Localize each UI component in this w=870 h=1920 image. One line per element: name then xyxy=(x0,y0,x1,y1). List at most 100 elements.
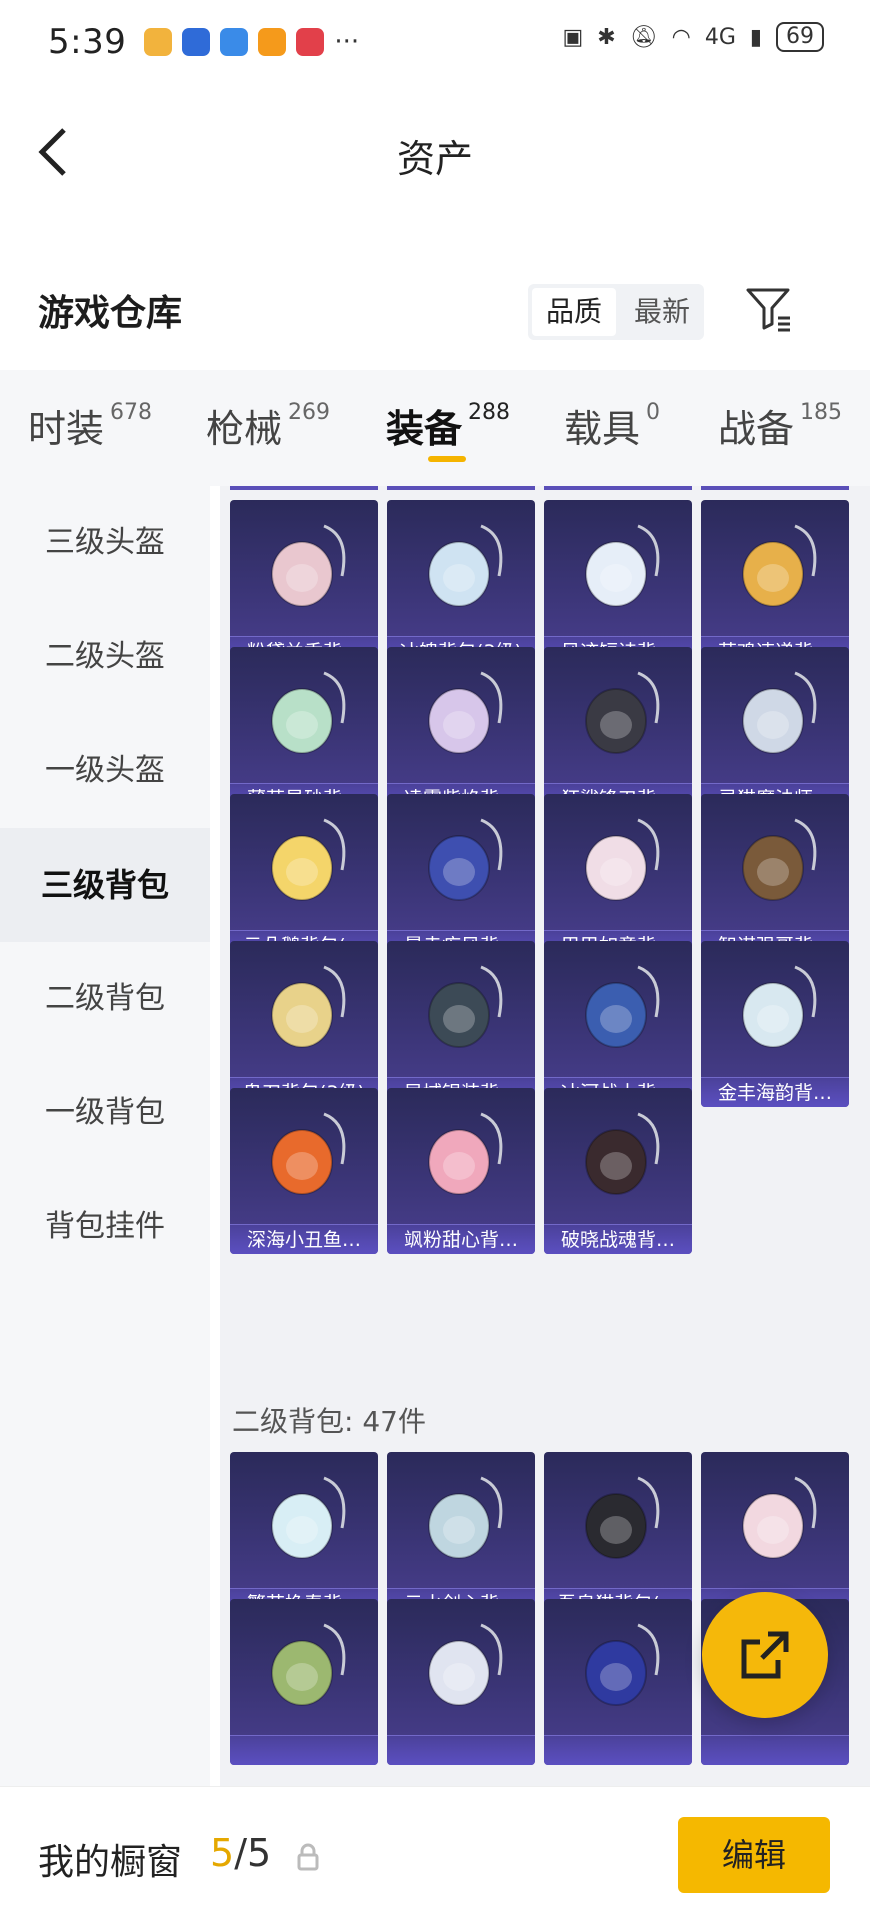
showcase-total: 5 xyxy=(247,1831,272,1875)
backpack-item-card[interactable]: 繁花挽春背… xyxy=(230,1452,378,1618)
backpack-image xyxy=(585,671,660,754)
backpack-image xyxy=(271,1112,346,1195)
backpack-image xyxy=(585,1623,660,1706)
backpack-item-card[interactable]: 冰魄背包(3级) xyxy=(387,500,535,666)
tab-gear[interactable]: 战备 185 xyxy=(718,398,842,453)
backpack-image xyxy=(428,1112,503,1195)
filter-icon[interactable] xyxy=(744,284,794,334)
app-notification-icon xyxy=(182,28,211,56)
showcase-count: 5/5 xyxy=(210,1831,271,1875)
item-name: 破晓战魂背… xyxy=(544,1224,692,1254)
backpack-item-card[interactable] xyxy=(387,1599,535,1765)
backpack-item-card[interactable]: 凌霄紫焰背… xyxy=(387,647,535,813)
item-name xyxy=(701,1735,849,1765)
mute-icon: 🔕︎ xyxy=(629,24,658,50)
backpack-image xyxy=(585,1476,660,1559)
item-name xyxy=(387,1735,535,1765)
status-time: 5:39 xyxy=(48,22,127,62)
backpack-item-card[interactable]: 金丰海韵背… xyxy=(701,941,849,1107)
tab-label: 载具 xyxy=(564,407,641,451)
backpack-item-card[interactable]: 鬼刀背包(3级) xyxy=(230,941,378,1107)
showcase-title: 我的橱窗 xyxy=(38,1842,183,1883)
tab-label: 枪械 xyxy=(206,407,283,451)
tab-label: 装备 xyxy=(386,407,463,451)
backpack-item-card[interactable]: 萌鸡速递背… xyxy=(701,500,849,666)
backpack-image xyxy=(585,1112,660,1195)
backpack-item-card[interactable]: 智谋强哥背… xyxy=(701,794,849,960)
backpack-item-card[interactable]: 冰河战士背… xyxy=(544,941,692,1107)
tab-vehicles[interactable]: 载具 0 xyxy=(564,398,660,453)
tab-label: 战备 xyxy=(718,407,795,451)
backpack-image xyxy=(271,1623,346,1706)
card-edge xyxy=(544,486,692,490)
nfc-icon: ▣ xyxy=(562,24,584,50)
lock-icon xyxy=(297,1843,319,1871)
backpack-item-card[interactable] xyxy=(230,1599,378,1765)
sort-toggle: 品质 最新 xyxy=(528,284,705,340)
card-edge xyxy=(387,486,535,490)
tab-equipment[interactable]: 装备 288 xyxy=(386,398,510,453)
battery-indicator: 69 xyxy=(776,22,824,52)
sidebar-item-level1-backpack[interactable]: 一级背包 xyxy=(0,1056,210,1170)
subcategory-sidebar: 三级头盔 二级头盔 一级头盔 三级背包 二级背包 一级背包 背包挂件 xyxy=(0,486,210,1786)
backpack-item-card[interactable]: 云水剑心背… xyxy=(387,1452,535,1618)
group-label-level2-backpack: 二级背包: 47件 xyxy=(232,1405,426,1438)
tab-fashion[interactable]: 时装 678 xyxy=(28,398,152,453)
tab-label: 时装 xyxy=(28,407,105,451)
showcase-bar: 我的橱窗 5/5 编辑 xyxy=(0,1786,870,1920)
backpack-item-card[interactable]: 灵猫魔法师… xyxy=(701,647,849,813)
backpack-image xyxy=(271,671,346,754)
share-fab-button[interactable] xyxy=(702,1592,828,1718)
backpack-item-card[interactable]: 暴走疾风背… xyxy=(387,794,535,960)
signal-icon: ▮ xyxy=(749,24,762,50)
app-header: 资产 xyxy=(0,84,870,214)
app-notification-icon xyxy=(144,28,173,56)
backpack-item-card[interactable]: 吾皇猫背包(… xyxy=(544,1452,692,1618)
backpack-image xyxy=(742,671,817,754)
backpack-image xyxy=(742,524,817,607)
sidebar-item-level2-backpack[interactable]: 二级背包 xyxy=(0,942,210,1056)
sidebar-item-level1-helmet[interactable]: 一级头盔 xyxy=(0,714,210,828)
backpack-item-card[interactable]: 破晓战魂背… xyxy=(544,1088,692,1254)
backpack-image xyxy=(585,818,660,901)
sidebar-item-level3-helmet[interactable]: 三级头盔 xyxy=(0,486,210,600)
wifi-icon: ◠ xyxy=(671,24,691,50)
sidebar-item-level2-helmet[interactable]: 二级头盔 xyxy=(0,600,210,714)
app-notification-icon xyxy=(258,28,287,56)
backpack-item-card[interactable]: 薄荷星砂背… xyxy=(230,647,378,813)
card-edge xyxy=(701,486,849,490)
edit-button[interactable]: 编辑 xyxy=(678,1817,830,1893)
backpack-image xyxy=(742,965,817,1048)
warehouse-header: 游戏仓库 品质 最新 xyxy=(0,270,870,350)
backpack-item-card[interactable]: 粉黛兰香背… xyxy=(230,500,378,666)
warehouse-title: 游戏仓库 xyxy=(38,293,183,334)
sidebar-item-level3-backpack[interactable]: 三级背包 xyxy=(0,828,210,942)
item-name xyxy=(230,1735,378,1765)
backpack-image xyxy=(742,818,817,901)
tab-count: 678 xyxy=(110,400,153,425)
tab-count: 269 xyxy=(288,400,331,425)
sidebar-item-backpack-charm[interactable]: 背包挂件 xyxy=(0,1170,210,1284)
backpack-image xyxy=(271,965,346,1048)
backpack-item-card[interactable]: 云朵鹅背包(… xyxy=(230,794,378,960)
backpack-item-card[interactable]: 风迹短诗背… xyxy=(544,500,692,666)
sort-latest-button[interactable]: 最新 xyxy=(620,284,704,340)
item-name: 金丰海韵背… xyxy=(701,1077,849,1107)
tab-firearms[interactable]: 枪械 269 xyxy=(206,398,330,453)
showcase-separator: / xyxy=(234,1831,247,1875)
backpack-item-card[interactable]: 异域银装背… xyxy=(387,941,535,1107)
app-notification-icon xyxy=(296,28,325,56)
backpack-item-card[interactable]: 狂鲨锋刃背… xyxy=(544,647,692,813)
share-icon xyxy=(741,1631,789,1679)
backpack-item-card[interactable]: 深海小丑鱼… xyxy=(230,1088,378,1254)
status-bar: 5:39 ··· ▣ ✱ 🔕︎ ◠ 4G ▮ 69 xyxy=(0,0,870,84)
backpack-image xyxy=(271,818,346,901)
backpack-item-card[interactable] xyxy=(544,1599,692,1765)
backpack-image xyxy=(585,524,660,607)
backpack-item-card[interactable]: 飒粉甜心背… xyxy=(387,1088,535,1254)
item-grid: 二级背包: 47件 粉黛兰香背…冰魄背包(3级)风迹短诗背…萌鸡速递背… 薄荷星砂… xyxy=(220,486,870,1786)
backpack-item-card[interactable]: 巴巴如意背… xyxy=(544,794,692,960)
sort-quality-button[interactable]: 品质 xyxy=(532,288,617,336)
backpack-image xyxy=(428,1623,503,1706)
item-name: 深海小丑鱼… xyxy=(230,1224,378,1254)
